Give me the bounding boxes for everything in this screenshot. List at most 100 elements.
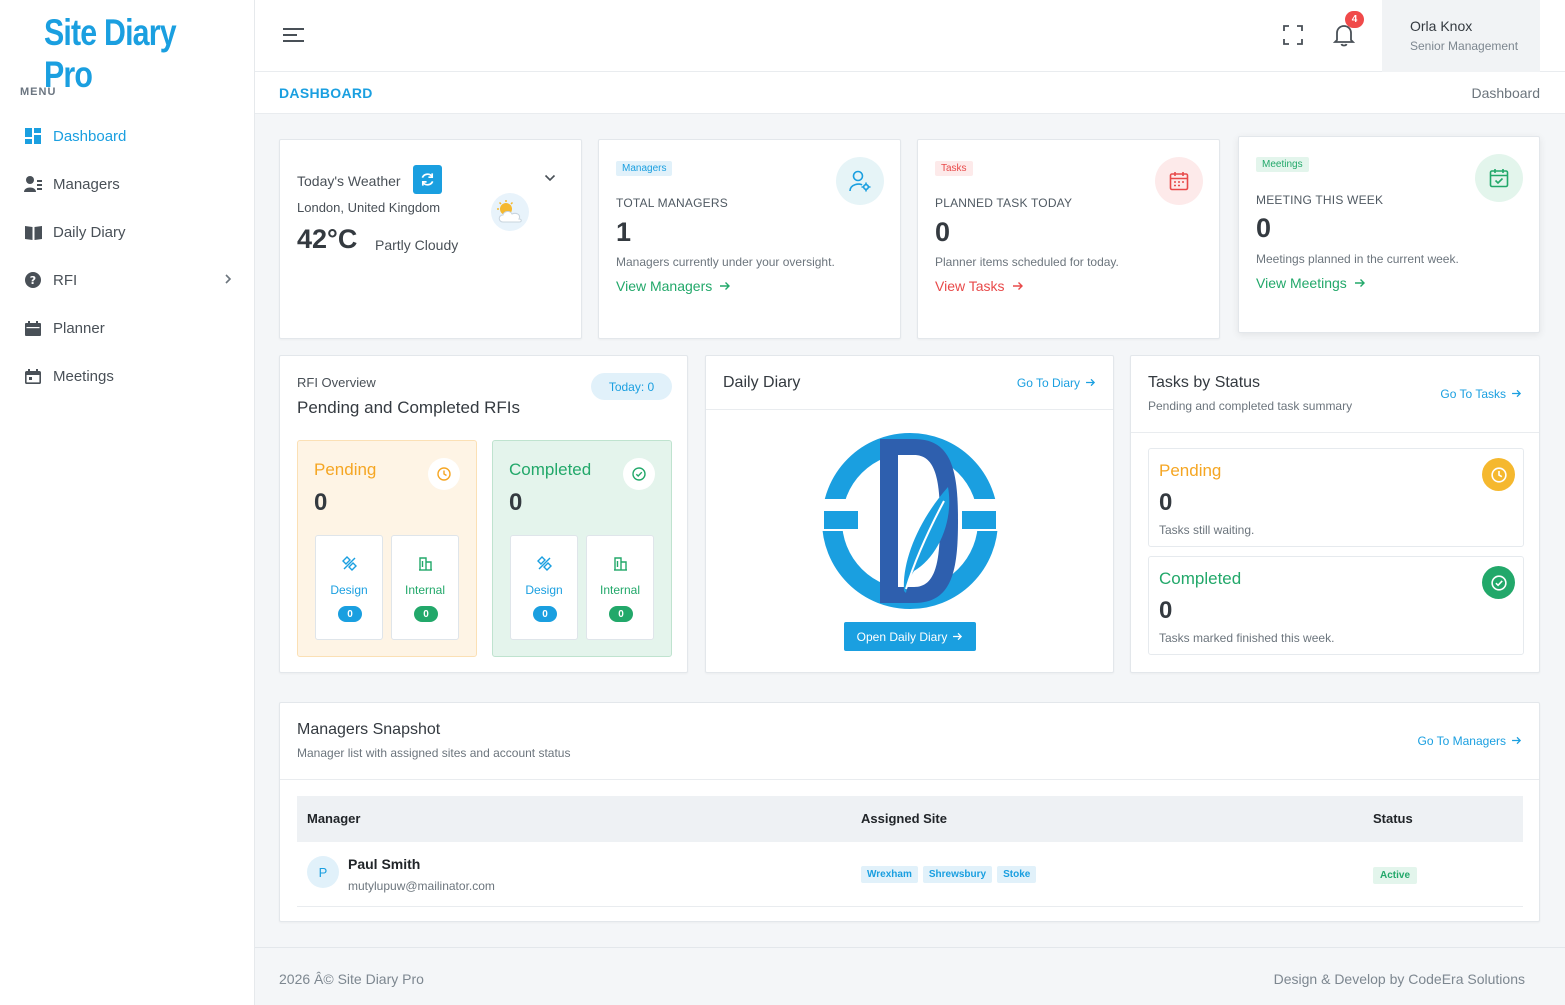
menu-title: MENU bbox=[20, 86, 57, 98]
stat-label: PLANNED TASK TODAY bbox=[935, 196, 1073, 210]
arrow-right-icon bbox=[1512, 387, 1522, 401]
clock-icon bbox=[428, 458, 460, 490]
check-circle-icon bbox=[1482, 566, 1515, 599]
weather-title: Today's Weather bbox=[297, 173, 401, 189]
managers-stat-card: Managers TOTAL MANAGERS 1 Managers curre… bbox=[598, 139, 901, 339]
menu-toggle-icon[interactable] bbox=[283, 26, 305, 47]
topbar: 4 Orla Knox Senior Management bbox=[255, 0, 1565, 72]
mini-label: Internal bbox=[599, 583, 641, 597]
sidebar-item-label: Dashboard bbox=[53, 127, 127, 145]
rfi-pending-value: 0 bbox=[314, 489, 328, 516]
stat-description: Managers currently under your oversight. bbox=[616, 255, 835, 269]
sidebar-item-meetings[interactable]: Meetings bbox=[0, 356, 254, 396]
stat-label: TOTAL MANAGERS bbox=[616, 196, 728, 210]
sidebar-item-label: Planner bbox=[53, 319, 105, 337]
meetings-tag: Meetings bbox=[1256, 157, 1309, 172]
rfi-pending-panel: Pending 0 Design 0 Internal 0 bbox=[297, 440, 477, 657]
tasks-pending-label: Pending bbox=[1159, 461, 1222, 480]
page-title-bar: DASHBOARD Dashboard bbox=[255, 72, 1565, 114]
open-daily-diary-button[interactable]: Open Daily Diary bbox=[844, 622, 976, 651]
fullscreen-icon[interactable] bbox=[1283, 25, 1303, 48]
sidebar-item-label: RFI bbox=[53, 271, 78, 289]
managers-tag: Managers bbox=[616, 161, 673, 176]
rfi-subtitle: RFI Overview bbox=[297, 375, 376, 390]
partly-cloudy-icon bbox=[491, 193, 529, 231]
view-managers-link[interactable]: View Managers bbox=[616, 278, 731, 294]
go-to-tasks-link[interactable]: Go To Tasks bbox=[1440, 387, 1522, 401]
footer-credit: Design & Develop by CodeEra Solutions bbox=[1273, 971, 1525, 987]
arrow-right-icon bbox=[720, 278, 731, 294]
view-tasks-link[interactable]: View Tasks bbox=[935, 278, 1024, 294]
sidebar-item-daily-diary[interactable]: Daily Diary bbox=[0, 212, 254, 252]
refresh-button[interactable] bbox=[413, 165, 442, 194]
go-to-managers-link[interactable]: Go To Managers bbox=[1418, 734, 1523, 748]
link-label: Go To Tasks bbox=[1440, 387, 1506, 401]
table-row[interactable]: P Paul Smith mutylupuw@mailinator.com Wr… bbox=[297, 842, 1523, 907]
column-header-manager[interactable]: Manager bbox=[307, 811, 360, 826]
weather-temperature: 42°C bbox=[297, 224, 358, 254]
managers-snapshot-card: Managers Snapshot Manager list with assi… bbox=[279, 702, 1540, 922]
rfi-completed-design[interactable]: Design 0 bbox=[510, 535, 578, 640]
mini-label: Design bbox=[525, 583, 563, 597]
rfi-completed-internal[interactable]: Internal 0 bbox=[586, 535, 654, 640]
arrow-right-icon bbox=[1354, 275, 1366, 291]
footer: 2026 Â© Site Diary Pro Design & Develop … bbox=[255, 947, 1565, 1005]
user-settings-icon bbox=[836, 157, 884, 205]
managers-table: Manager Assigned Site Status P Paul Smit… bbox=[297, 796, 1523, 907]
rfi-pending-internal[interactable]: Internal 0 bbox=[391, 535, 459, 640]
building-icon bbox=[418, 556, 433, 574]
link-label: View Meetings bbox=[1256, 275, 1347, 291]
tasks-status-title: Tasks by Status bbox=[1148, 374, 1261, 391]
arrow-right-icon bbox=[1012, 278, 1024, 294]
clock-icon bbox=[1482, 458, 1515, 491]
rfi-title: Pending and Completed RFIs bbox=[297, 398, 521, 417]
mini-label: Internal bbox=[404, 583, 446, 597]
go-to-diary-link[interactable]: Go To Diary bbox=[1017, 376, 1096, 390]
notification-badge: 4 bbox=[1345, 11, 1364, 28]
brand-logo[interactable]: Site Diary Pro bbox=[44, 12, 216, 96]
svg-text:?: ? bbox=[30, 274, 36, 287]
tasks-completed-panel: Completed 0 Tasks marked finished this w… bbox=[1148, 556, 1524, 655]
avatar: P bbox=[307, 856, 339, 888]
tasks-stat-card: Tasks PLANNED TASK TODAY 0 Planner items… bbox=[917, 139, 1220, 339]
calendar-icon bbox=[1155, 157, 1203, 205]
rfi-completed-panel: Completed 0 Design 0 Internal 0 bbox=[492, 440, 672, 657]
link-label: View Managers bbox=[616, 278, 713, 294]
book-icon bbox=[24, 223, 42, 241]
stat-value: 0 bbox=[935, 217, 951, 247]
chevron-down-icon[interactable] bbox=[544, 170, 556, 185]
sidebar-item-label: Meetings bbox=[53, 367, 114, 385]
tasks-pending-value: 0 bbox=[1159, 489, 1173, 516]
manager-name: Paul Smith bbox=[348, 856, 421, 872]
page-title: DASHBOARD bbox=[279, 85, 373, 101]
tasks-by-status-card: Tasks by Status Pending and completed ta… bbox=[1130, 355, 1540, 673]
tasks-pending-desc: Tasks still waiting. bbox=[1159, 523, 1255, 537]
table-header: Manager Assigned Site Status bbox=[297, 796, 1523, 842]
managers-snapshot-title: Managers Snapshot bbox=[297, 721, 441, 738]
breadcrumb[interactable]: Dashboard bbox=[1472, 85, 1541, 101]
sidebar-item-planner[interactable]: Planner bbox=[0, 308, 254, 348]
rfi-today-badge: Today: 0 bbox=[591, 373, 672, 400]
view-meetings-link[interactable]: View Meetings bbox=[1256, 275, 1366, 291]
users-icon bbox=[24, 175, 42, 193]
stat-label: MEETING THIS WEEK bbox=[1256, 193, 1384, 207]
divider bbox=[1131, 432, 1539, 433]
divider bbox=[280, 779, 1539, 780]
rfi-pending-design[interactable]: Design 0 bbox=[315, 535, 383, 640]
rfi-completed-label: Completed bbox=[509, 460, 592, 479]
column-header-assigned-site[interactable]: Assigned Site bbox=[861, 811, 947, 826]
count-badge: 0 bbox=[609, 606, 633, 622]
rfi-overview-card: RFI Overview Pending and Completed RFIs … bbox=[279, 355, 688, 673]
manager-email: mutylupuw@mailinator.com bbox=[348, 879, 495, 893]
sidebar-item-dashboard[interactable]: Dashboard bbox=[0, 116, 254, 156]
arrow-right-icon bbox=[1512, 734, 1522, 748]
assigned-sites: Wrexham Shrewsbury Stoke bbox=[861, 866, 1037, 883]
user-profile-menu[interactable]: Orla Knox Senior Management bbox=[1382, 0, 1540, 72]
tasks-completed-label: Completed bbox=[1159, 569, 1242, 588]
footer-copyright: 2026 Â© Site Diary Pro bbox=[279, 971, 424, 987]
sidebar-item-rfi[interactable]: ? RFI bbox=[0, 260, 254, 300]
check-circle-icon bbox=[623, 458, 655, 490]
column-header-status[interactable]: Status bbox=[1373, 811, 1413, 826]
calendar-check-icon bbox=[1475, 154, 1523, 202]
sidebar-item-managers[interactable]: Managers bbox=[0, 164, 254, 204]
